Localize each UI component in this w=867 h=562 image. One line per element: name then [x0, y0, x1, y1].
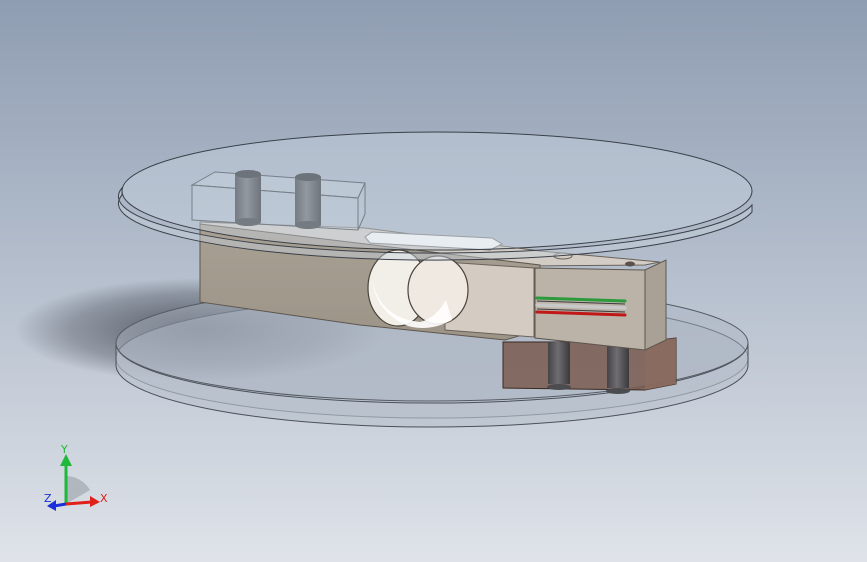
load-cell-model[interactable] — [0, 0, 867, 562]
z-axis-label: Z — [44, 492, 52, 505]
x-axis-label: X — [100, 492, 108, 505]
orientation-triad[interactable] — [38, 440, 118, 520]
x-axis-arrow — [65, 500, 93, 506]
top-plate[interactable] — [117, 131, 753, 261]
y-axis-label: Y — [61, 443, 68, 456]
model-viewport[interactable]: Y X Z — [0, 0, 867, 562]
